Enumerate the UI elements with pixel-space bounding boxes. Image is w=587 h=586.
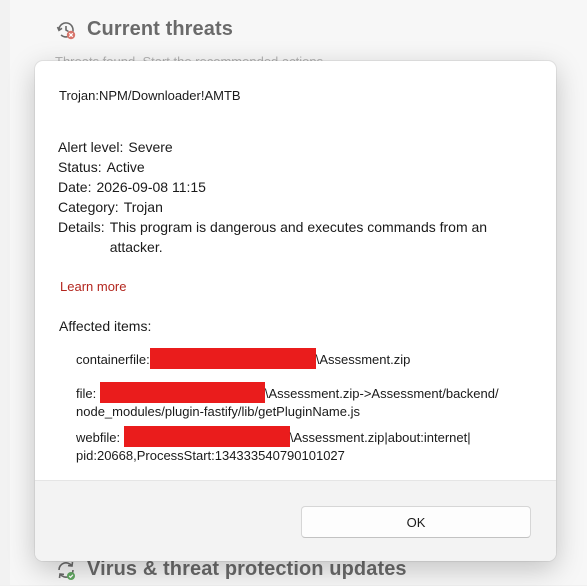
affected-items-title: Affected items: <box>59 318 152 334</box>
affected-item-label: file: <box>76 386 97 401</box>
affected-item-path: \Assessment.zip->Assessment/backend/ <box>264 386 499 401</box>
alert-level-value: Severe <box>128 139 173 155</box>
category-label: Category: <box>58 199 119 215</box>
details-row: Details: This program is dangerous and e… <box>58 217 528 257</box>
details-value: This program is dangerous and executes c… <box>109 219 488 255</box>
affected-item-label: containerfile: <box>76 352 150 367</box>
threat-details-list: Alert level: Severe Status: Active Date:… <box>58 137 528 257</box>
threat-name: Trojan:NPM/Downloader!AMTB <box>59 88 241 103</box>
status-label: Status: <box>58 159 102 175</box>
category-value: Trojan <box>123 199 163 215</box>
threat-details-dialog: Trojan:NPM/Downloader!AMTB Alert level: … <box>35 61 556 561</box>
affected-item-containerfile: containerfile: \Assessment.zip <box>76 348 526 369</box>
affected-item-path-continued: pid:20668,ProcessStart:13433354079010102… <box>76 448 345 463</box>
affected-items-list: containerfile: \Assessment.zip file: \Ass… <box>76 348 526 465</box>
category-row: Category: Trojan <box>58 197 528 217</box>
status-value: Active <box>106 159 145 175</box>
affected-item-path: \Assessment.zip <box>315 352 411 367</box>
dialog-body: Trojan:NPM/Downloader!AMTB Alert level: … <box>35 61 556 481</box>
date-label: Date: <box>58 179 92 195</box>
alert-level-label: Alert level: <box>58 139 124 155</box>
redaction-block <box>149 348 316 369</box>
affected-item-file: file: \Assessment.zip->Assessment/backen… <box>76 382 526 421</box>
date-row: Date: 2026-09-08 11:15 <box>58 177 528 197</box>
ok-button[interactable]: OK <box>301 506 531 538</box>
affected-item-path: \Assessment.zip|about:internet| <box>289 430 471 445</box>
redaction-block <box>123 426 290 447</box>
status-row: Status: Active <box>58 157 528 177</box>
dialog-footer: OK <box>35 480 556 561</box>
alert-level-row: Alert level: Severe <box>58 137 528 157</box>
learn-more-link[interactable]: Learn more <box>60 279 126 294</box>
affected-item-webfile: webfile: \Assessment.zip|about:internet|… <box>76 426 526 465</box>
affected-item-label: webfile: <box>76 430 121 445</box>
date-value: 2026-09-08 11:15 <box>96 179 206 195</box>
redaction-block <box>99 382 265 403</box>
details-label: Details: <box>58 219 105 235</box>
affected-item-path-continued: node_modules/plugin-fastify/lib/getPlugi… <box>76 404 360 419</box>
